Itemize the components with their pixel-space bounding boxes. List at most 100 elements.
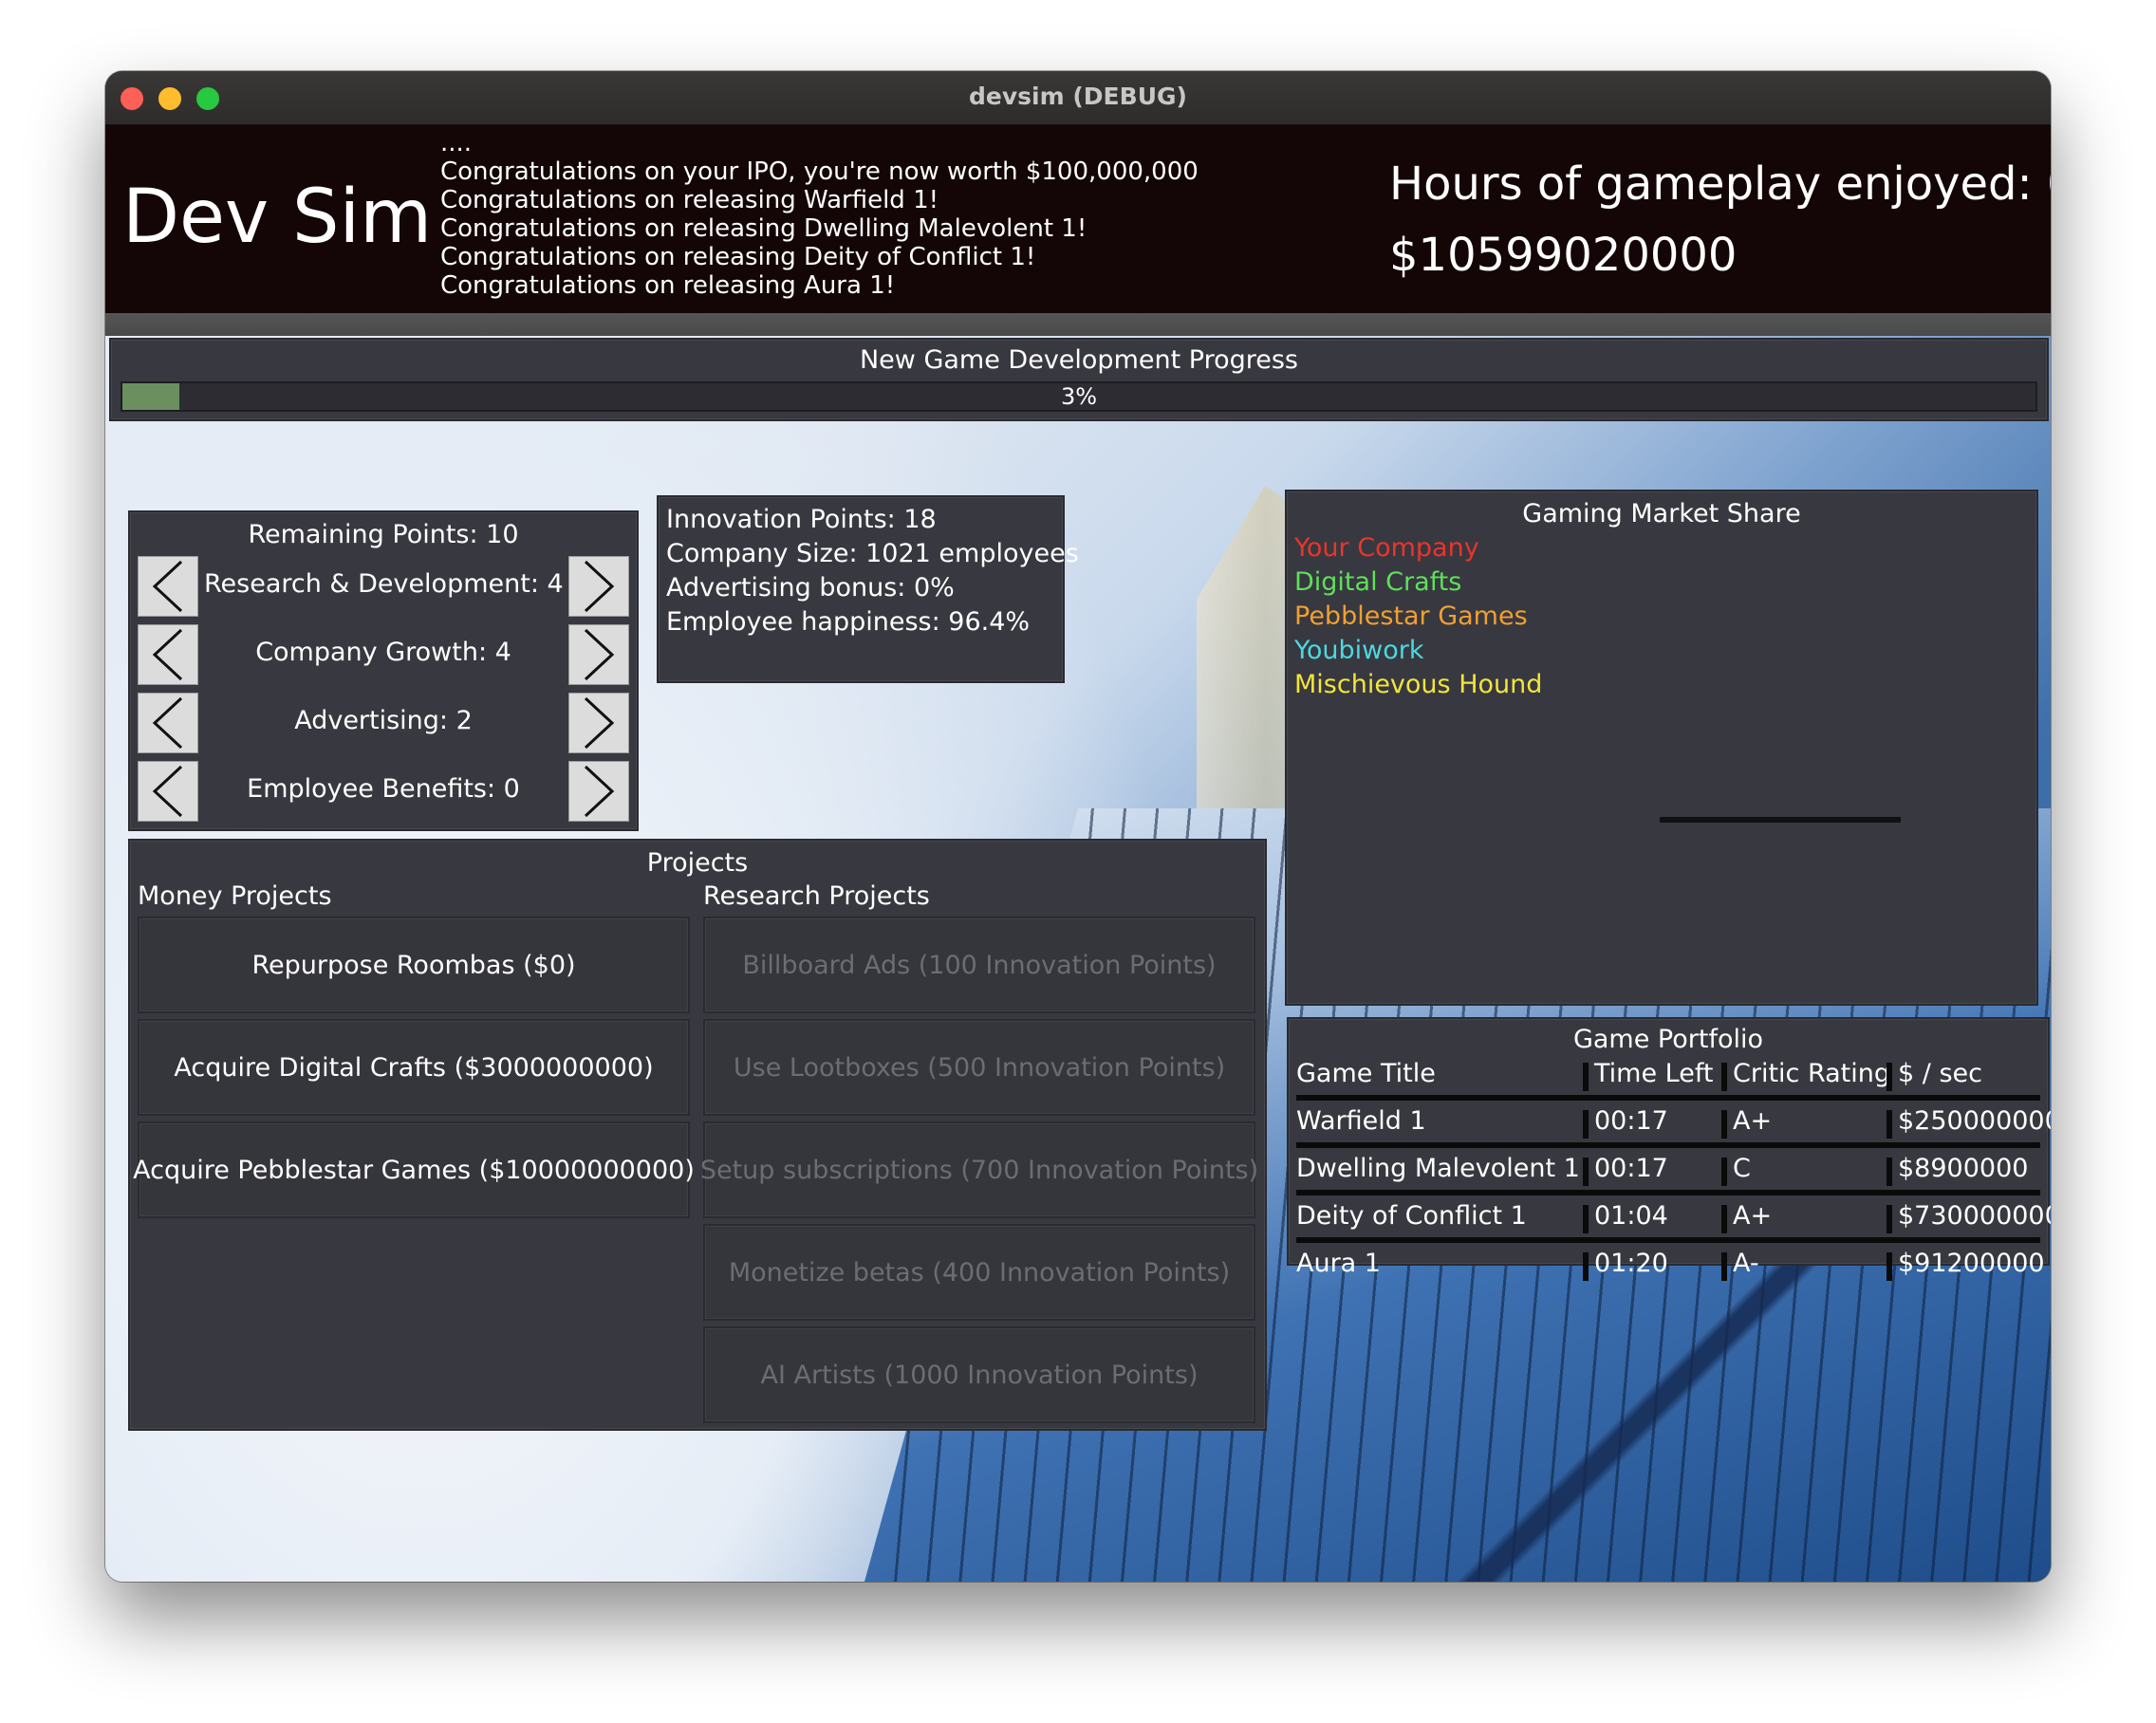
research-points-label: Research & Development: 4 [204, 569, 564, 599]
points-allocation-panel: Remaining Points: 10 Research & Developm… [128, 510, 639, 831]
project-use-lootboxes-button[interactable]: Use Lootboxes (500 Innovation Points) [703, 1019, 1255, 1116]
project-repurpose-roombas-button[interactable]: Repurpose Roombas ($0) [138, 917, 690, 1013]
column-divider [1886, 1110, 1892, 1139]
progress-title: New Game Development Progress [859, 345, 1298, 375]
market-company-youbiwork: Youbiwork [1294, 636, 1424, 665]
progress-label: 3% [1060, 383, 1098, 410]
chevron-left-icon [152, 765, 183, 818]
company-size: Company Size: 1021 employees [666, 539, 1079, 568]
log-line: Congratulations on releasing Aura 1! [440, 271, 896, 300]
money-projects-heading: Money Projects [138, 881, 332, 911]
cell-revenue: $8900000 [1898, 1154, 2029, 1183]
market-share-title: Gaming Market Share [1522, 499, 1801, 528]
log-line: .... [440, 129, 473, 157]
game-canvas: Dev Sim .... Congratulations on your IPO… [105, 125, 2051, 1582]
project-acquire-pebblestar-button[interactable]: Acquire Pebblestar Games ($10000000000) [133, 1121, 695, 1218]
cell-time-left: 01:20 [1594, 1249, 1668, 1278]
cell-game-title: Aura 1 [1296, 1249, 1381, 1278]
project-billboard-ads-button[interactable]: Billboard Ads (100 Innovation Points) [703, 917, 1255, 1013]
column-divider [1886, 1252, 1892, 1281]
column-divider [1721, 1063, 1727, 1091]
window-title: devsim (DEBUG) [969, 83, 1187, 110]
increase-benefits-button[interactable] [568, 761, 629, 822]
cell-critic-rating: C [1733, 1154, 1751, 1183]
cell-revenue: $730000000 [1898, 1201, 2051, 1231]
cell-game-title: Dwelling Malevolent 1 [1296, 1154, 1580, 1183]
app-title: Dev Sim [122, 175, 433, 260]
event-log: .... Congratulations on your IPO, you're… [440, 129, 1294, 300]
column-header-rating: Critic Rating [1733, 1059, 1891, 1088]
decrease-benefits-button[interactable] [138, 761, 198, 822]
development-progress-panel: New Game Development Progress 3% [109, 338, 2049, 421]
cell-revenue: $91200000 [1898, 1249, 2045, 1278]
hours-enjoyed: Hours of gameplay enjoyed: 0 [1389, 157, 2051, 211]
row-separator [1296, 1190, 2040, 1195]
cell-critic-rating: A- [1733, 1249, 1759, 1278]
money-total: $10599020000 [1389, 229, 1738, 282]
progress-bar: 3% [121, 381, 2037, 412]
decrease-growth-button[interactable] [138, 624, 198, 685]
column-header-title: Game Title [1296, 1059, 1436, 1088]
chevron-right-icon [584, 628, 615, 681]
projects-title: Projects [646, 848, 749, 878]
cell-critic-rating: A+ [1733, 1201, 1773, 1231]
column-divider [1886, 1205, 1892, 1233]
column-divider [1721, 1205, 1727, 1233]
header-bar: Dev Sim .... Congratulations on your IPO… [105, 125, 2051, 313]
market-company-pebblestar-games: Pebblestar Games [1294, 602, 1528, 631]
allocation-row-benefits: Employee Benefits: 0 [138, 761, 629, 822]
cell-time-left: 00:17 [1594, 1106, 1668, 1136]
project-acquire-digital-crafts-button[interactable]: Acquire Digital Crafts ($3000000000) [138, 1019, 690, 1116]
research-projects-heading: Research Projects [703, 881, 930, 911]
remaining-points: Remaining Points: 10 [248, 520, 519, 549]
increase-growth-button[interactable] [568, 624, 629, 685]
market-share-panel: Gaming Market Share Your Company Digital… [1285, 490, 2038, 1006]
chevron-right-icon [584, 560, 615, 613]
project-setup-subscriptions-button[interactable]: Setup subscriptions (700 Innovation Poin… [700, 1121, 1258, 1218]
decrease-research-button[interactable] [138, 556, 198, 617]
decrease-advertising-button[interactable] [138, 693, 198, 753]
allocation-row-advertising: Advertising: 2 [138, 693, 629, 753]
column-header-revenue: $ / sec [1898, 1059, 1982, 1088]
allocation-row-growth: Company Growth: 4 [138, 624, 629, 685]
increase-research-button[interactable] [568, 556, 629, 617]
column-divider [1583, 1252, 1589, 1281]
cell-critic-rating: A+ [1733, 1106, 1773, 1136]
column-header-time: Time Left [1594, 1059, 1714, 1088]
column-divider [1583, 1205, 1589, 1233]
chevron-right-icon [584, 765, 615, 818]
log-line: Congratulations on your IPO, you're now … [440, 157, 1199, 186]
advertising-points-label: Advertising: 2 [294, 706, 473, 735]
column-divider [1583, 1063, 1589, 1091]
projects-panel: Projects Money Projects Research Project… [128, 839, 1267, 1431]
growth-points-label: Company Growth: 4 [255, 638, 511, 667]
project-monetize-betas-button[interactable]: Monetize betas (400 Innovation Points) [703, 1224, 1255, 1321]
app-window: devsim (DEBUG) Dev Sim .... Congratulati… [105, 71, 2051, 1582]
market-share-chart-line [1660, 817, 1901, 823]
project-ai-artists-button[interactable]: AI Artists (1000 Innovation Points) [703, 1326, 1255, 1423]
innovation-points: Innovation Points: 18 [666, 505, 937, 534]
row-separator [1296, 1142, 2040, 1148]
column-divider [1583, 1158, 1589, 1186]
log-line: Congratulations on releasing Warfield 1! [440, 186, 939, 214]
advertising-bonus: Advertising bonus: 0% [666, 573, 955, 602]
cell-time-left: 00:17 [1594, 1154, 1668, 1183]
column-divider [1721, 1158, 1727, 1186]
allocation-row-research: Research & Development: 4 [138, 556, 629, 617]
chevron-left-icon [152, 560, 183, 613]
column-divider [1721, 1110, 1727, 1139]
increase-advertising-button[interactable] [568, 693, 629, 753]
market-company-digital-crafts: Digital Crafts [1294, 567, 1462, 597]
log-line: Congratulations on releasing Dwelling Ma… [440, 214, 1087, 243]
portfolio-title: Game Portfolio [1572, 1025, 1764, 1054]
cell-game-title: Warfield 1 [1296, 1106, 1426, 1136]
column-divider [1886, 1063, 1892, 1091]
market-company-your-company: Your Company [1294, 533, 1479, 563]
cell-revenue: $250000000 [1898, 1106, 2051, 1136]
game-portfolio-panel: Game Portfolio Game Title Time Left Crit… [1287, 1017, 2051, 1281]
cell-time-left: 01:04 [1594, 1201, 1668, 1231]
title-bar[interactable]: devsim (DEBUG) [105, 71, 2051, 125]
company-stats-panel: Innovation Points: 18 Company Size: 1021… [657, 495, 1079, 683]
cell-game-title: Deity of Conflict 1 [1296, 1201, 1527, 1231]
column-divider [1721, 1252, 1727, 1281]
